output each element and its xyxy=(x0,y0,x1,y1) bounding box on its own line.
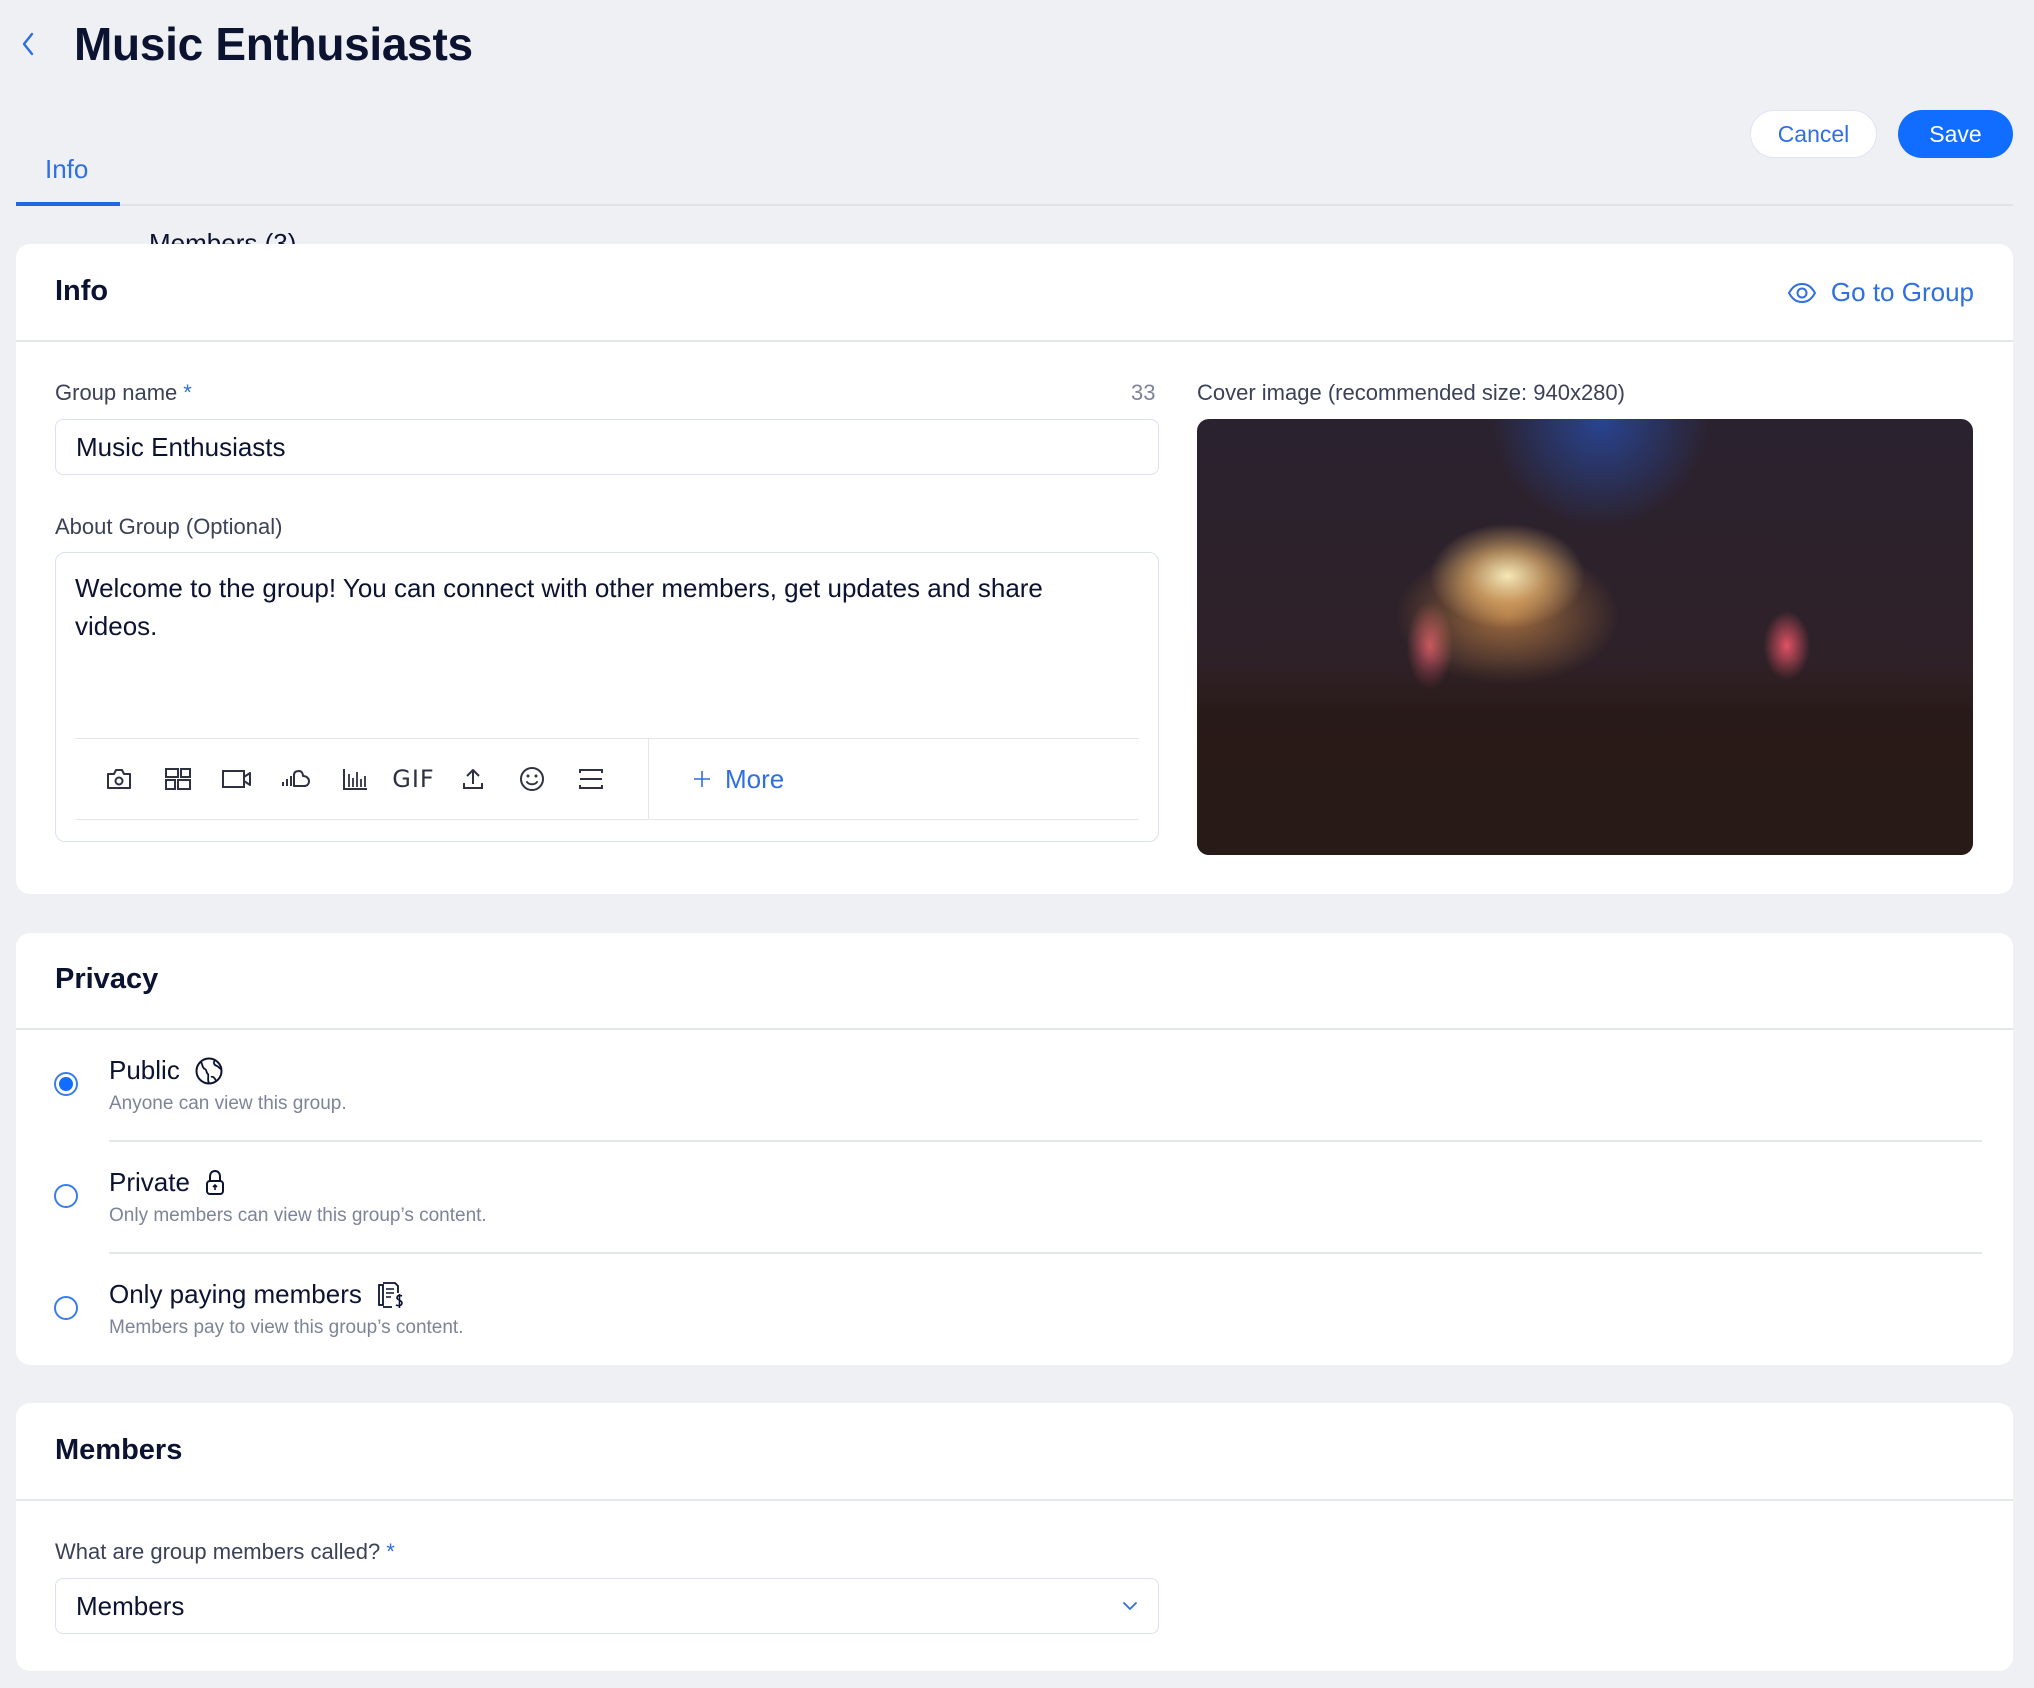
back-button[interactable] xyxy=(14,26,42,62)
chevron-down-icon xyxy=(1123,1602,1137,1610)
upload-icon xyxy=(462,769,483,789)
gallery-button[interactable] xyxy=(148,749,207,809)
info-card: Info Go to Group Group name * 33 Music En… xyxy=(16,244,2013,894)
info-title: Info xyxy=(55,275,109,307)
cover-image-label: Cover image (recommended size: 940x280) xyxy=(1197,380,1625,405)
poll-button[interactable] xyxy=(325,749,384,809)
cancel-button[interactable]: Cancel xyxy=(1750,110,1877,158)
radio-paying[interactable] xyxy=(54,1296,78,1320)
members-card: Members What are group members called? * … xyxy=(16,1403,2013,1671)
radio-selected-dot xyxy=(59,1077,73,1091)
chevron-left-icon xyxy=(22,32,34,56)
option-divider xyxy=(109,1140,1982,1142)
video-icon xyxy=(221,770,251,788)
group-name-value: Music Enthusiasts xyxy=(76,431,286,462)
eye-icon xyxy=(1787,282,1817,303)
members-title: Members xyxy=(55,1434,183,1466)
plus-icon xyxy=(694,771,710,787)
option-title: Only paying members xyxy=(109,1279,362,1309)
about-textarea[interactable]: Welcome to the group! You can connect wi… xyxy=(75,569,1085,645)
required-asterisk: * xyxy=(386,1539,395,1564)
members-called-label: What are group members called? * xyxy=(55,1539,395,1565)
about-label: About Group (Optional) xyxy=(55,514,283,539)
about-editor: Welcome to the group! You can connect wi… xyxy=(55,552,1159,842)
camera-button[interactable] xyxy=(89,749,148,809)
page-title: Music Enthusiasts xyxy=(74,18,473,70)
emoji-button[interactable] xyxy=(502,749,561,809)
upload-button[interactable] xyxy=(443,749,502,809)
privacy-option-private-radio[interactable] xyxy=(54,1184,78,1208)
privacy-card-header: Privacy xyxy=(16,933,2013,1030)
audio-icon xyxy=(281,770,310,787)
more-label: More xyxy=(725,763,785,794)
group-name-input[interactable]: Music Enthusiasts xyxy=(55,419,1159,475)
members-called-label-text: What are group members called? xyxy=(55,1539,381,1564)
radio-public[interactable] xyxy=(54,1072,78,1096)
editor-toolbar: GIF More xyxy=(75,738,1139,820)
video-button[interactable] xyxy=(207,749,266,809)
group-name-label: Group name * xyxy=(55,380,192,406)
privacy-option-public-radio[interactable] xyxy=(54,1072,78,1096)
cover-image-crowd xyxy=(1197,658,1973,855)
option-title: Private xyxy=(109,1167,190,1197)
gif-icon: GIF xyxy=(392,765,435,793)
paid-plans-icon xyxy=(377,1281,403,1308)
privacy-option-private[interactable]: Private xyxy=(109,1167,226,1198)
members-called-value: Members xyxy=(76,1590,185,1621)
privacy-option-paying[interactable]: Only paying members xyxy=(109,1279,406,1310)
members-called-dropdown[interactable]: Members xyxy=(55,1578,1159,1634)
emoji-icon xyxy=(519,767,544,791)
go-to-group-label: Go to Group xyxy=(1830,277,1974,307)
radio-private[interactable] xyxy=(54,1184,78,1208)
option-title: Public xyxy=(109,1055,180,1085)
required-asterisk: * xyxy=(183,380,192,405)
go-to-group-link[interactable]: Go to Group xyxy=(1787,277,1974,308)
option-description: Only members can view this group’s conte… xyxy=(109,1205,487,1226)
group-name-char-counter: 33 xyxy=(1131,380,1156,405)
camera-icon xyxy=(106,769,131,789)
tab-label: Info xyxy=(45,154,89,184)
save-button[interactable]: Save xyxy=(1898,110,2013,158)
cover-image[interactable] xyxy=(1197,419,1973,855)
members-card-header: Members xyxy=(16,1403,2013,1501)
group-name-label-text: Group name xyxy=(55,380,178,405)
tab-info[interactable]: Info xyxy=(45,132,2034,206)
gif-button[interactable]: GIF xyxy=(384,749,443,809)
poll-icon xyxy=(342,769,367,790)
privacy-card: Privacy Public Anyone can view this grou… xyxy=(16,933,2013,1365)
gallery-icon xyxy=(164,768,191,790)
option-divider xyxy=(109,1252,1982,1254)
audio-button[interactable] xyxy=(266,749,325,809)
more-button[interactable]: More xyxy=(693,764,784,795)
privacy-title: Privacy xyxy=(55,963,159,995)
option-description: Anyone can view this group. xyxy=(109,1093,347,1114)
divider-icon xyxy=(578,769,603,789)
divider-button[interactable] xyxy=(561,749,620,809)
info-card-header: Info Go to Group xyxy=(16,244,2013,342)
privacy-option-public[interactable]: Public xyxy=(109,1055,224,1086)
toolbar-divider xyxy=(648,739,649,819)
privacy-option-paying-radio[interactable] xyxy=(54,1296,78,1320)
option-description: Members pay to view this group’s content… xyxy=(109,1317,464,1338)
lock-icon xyxy=(205,1169,224,1195)
globe-icon xyxy=(195,1057,223,1084)
